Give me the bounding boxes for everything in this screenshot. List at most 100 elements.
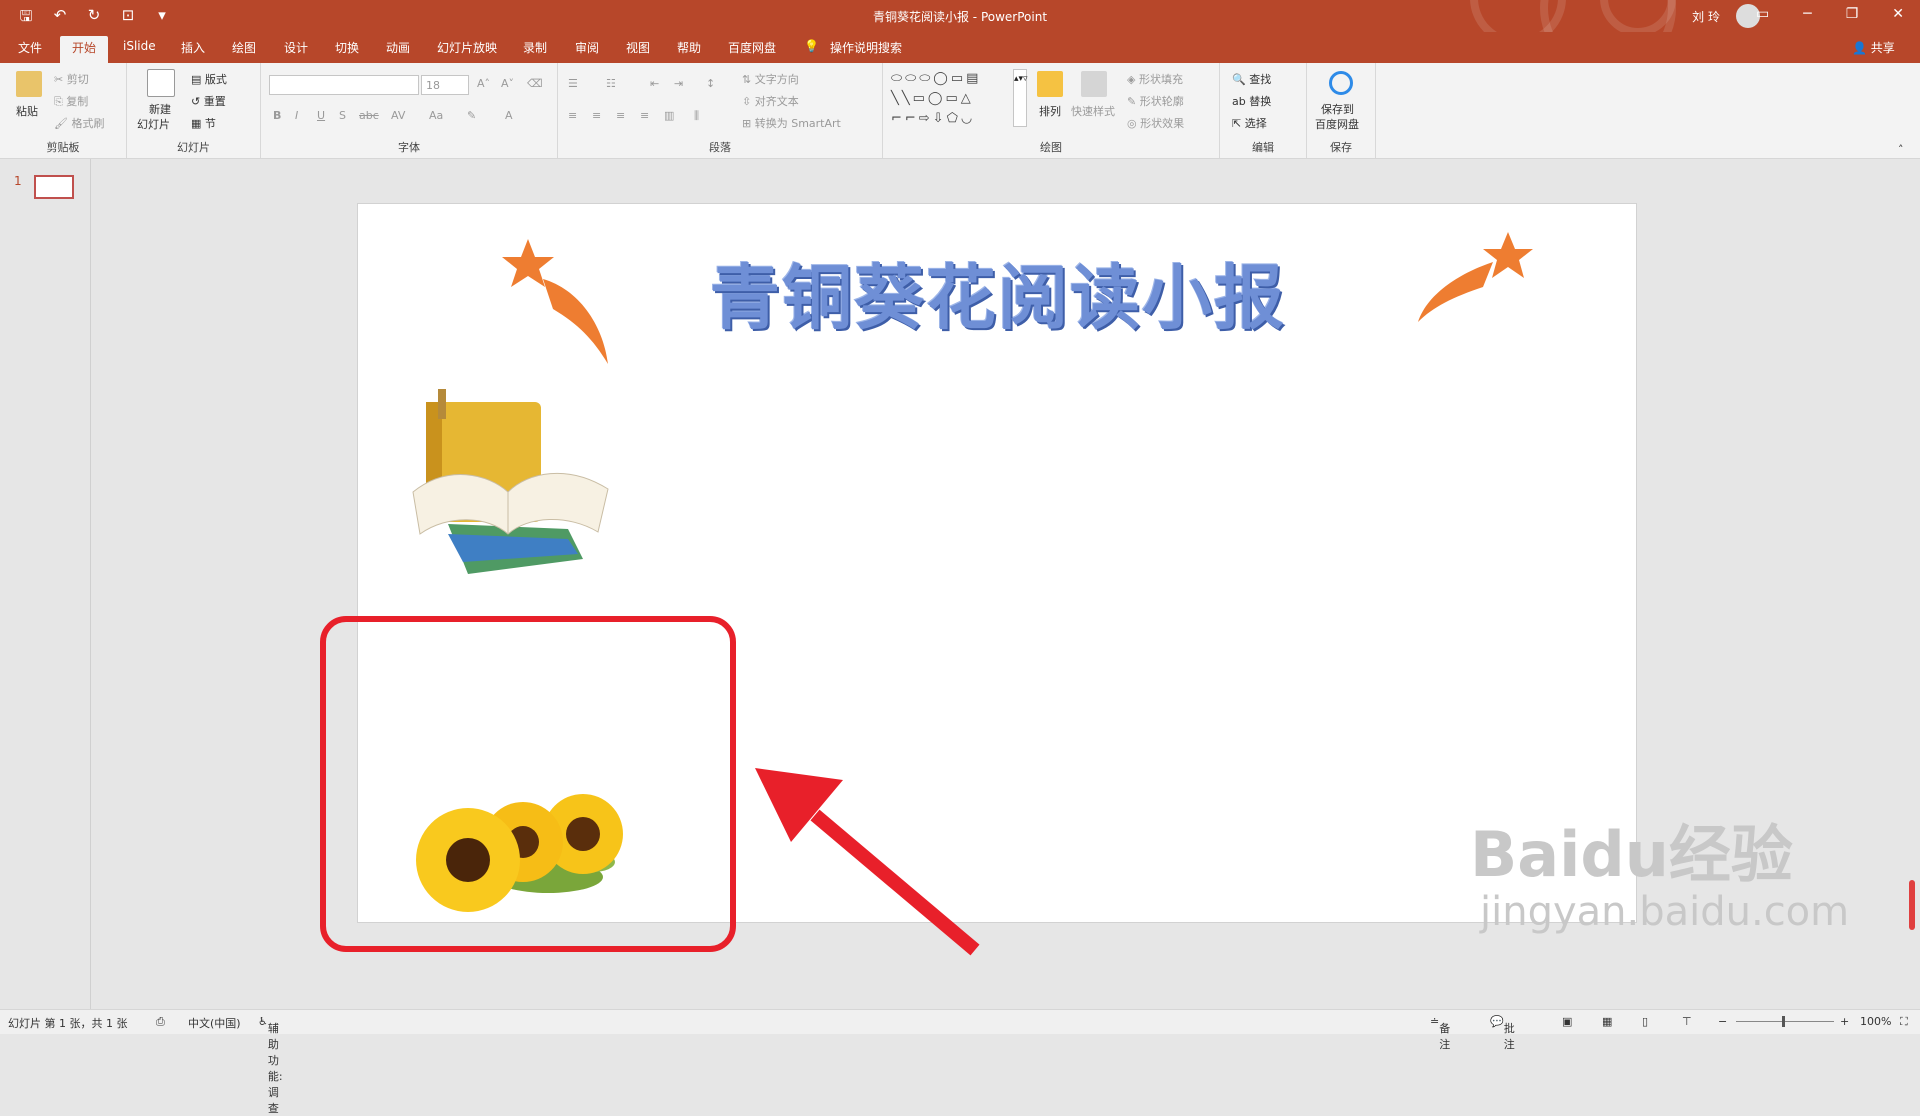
tab-islide[interactable]: iSlide [123, 39, 156, 53]
format-painter-button[interactable]: 🖌 格式刷 [54, 115, 104, 131]
line-spacing-icon[interactable]: ↕ [706, 77, 715, 90]
books-image[interactable] [408, 384, 618, 584]
arrange-icon[interactable] [1037, 71, 1063, 97]
shape-fill-button[interactable]: ◈ 形状填充 [1127, 71, 1183, 87]
new-slide-icon[interactable] [147, 69, 175, 97]
quick-styles-icon[interactable] [1081, 71, 1107, 97]
zoom-slider-thumb[interactable] [1782, 1016, 1785, 1027]
columns-icon[interactable]: ⫼ [694, 109, 699, 123]
select-button[interactable]: ⇱ 选择 [1232, 115, 1267, 131]
notes-button[interactable]: ≐ 备注 [1430, 1015, 1450, 1051]
copy-button[interactable]: ⎘ 复制 [54, 93, 88, 109]
slide-thumbnail[interactable] [34, 175, 74, 199]
tab-animations[interactable]: 动画 [386, 39, 410, 56]
underline-button[interactable]: U [317, 109, 325, 122]
shapes-gallery-scroll[interactable]: ▴▾▿ [1013, 69, 1028, 127]
font-color-icon[interactable]: A [505, 109, 513, 122]
align-left-icon[interactable]: ≡ [568, 109, 577, 122]
user-name[interactable]: 刘 玲 [1692, 8, 1720, 25]
slideshow-view-icon[interactable]: ⊤ [1682, 1015, 1692, 1028]
reading-view-icon[interactable]: ▯ [1642, 1015, 1648, 1028]
tab-home[interactable]: 开始 [60, 36, 109, 64]
tab-review[interactable]: 审阅 [575, 39, 599, 56]
tab-transitions[interactable]: 切换 [335, 39, 359, 56]
spell-check-icon[interactable]: ⎙ [156, 1015, 165, 1029]
group-label: 编辑 [1252, 141, 1274, 154]
zoom-level[interactable]: 100% [1860, 1015, 1891, 1028]
fit-slide-icon[interactable]: ⛶ [1900, 1015, 1908, 1029]
arrange-button[interactable]: 排列 [1039, 103, 1061, 119]
justify-icon[interactable]: ≡ [640, 109, 649, 122]
shooting-star-right-icon[interactable] [1408, 232, 1538, 332]
highlight-icon[interactable]: ✎ [467, 109, 476, 122]
convert-smartart-button[interactable]: ⊞ 转换为 SmartArt [742, 115, 841, 131]
decrease-indent-icon[interactable]: ⇤ [650, 77, 659, 90]
comments-button[interactable]: 💬 批注 [1490, 1015, 1515, 1051]
change-case-icon[interactable]: Aa [429, 109, 443, 122]
save-to-netdisk-button[interactable]: 保存到 [1321, 101, 1354, 117]
tab-file[interactable]: 文件 [18, 39, 42, 56]
cut-button[interactable]: ✂ 剪切 [54, 71, 89, 87]
strikethrough-button[interactable]: abc [359, 109, 379, 122]
align-right-icon[interactable]: ≡ [616, 109, 625, 122]
watermark-brand: Baidu经验 [1470, 818, 1793, 891]
group-label: 段落 [709, 141, 731, 154]
increase-indent-icon[interactable]: ⇥ [674, 77, 683, 90]
normal-view-icon[interactable]: ▣ [1562, 1015, 1572, 1028]
tab-design[interactable]: 设计 [284, 39, 308, 56]
shape-effects-button[interactable]: ◎ 形状效果 [1127, 115, 1184, 131]
tab-record[interactable]: 录制 [523, 39, 547, 56]
share-button[interactable]: 👤 共享 [1852, 39, 1895, 56]
minimize-icon[interactable]: ─ [1803, 6, 1811, 22]
accessibility-status[interactable]: ♿ 辅助功能: 调查 [258, 1015, 283, 1115]
find-button[interactable]: 🔍 查找 [1232, 71, 1271, 87]
collapse-ribbon-icon[interactable]: ˄ [1898, 143, 1904, 156]
tab-draw[interactable]: 绘图 [232, 39, 256, 56]
new-slide-button[interactable]: 新建 [149, 101, 171, 117]
font-name-combo[interactable] [269, 75, 419, 95]
distribute-icon[interactable]: ▥ [664, 109, 674, 122]
tab-baidu-netdisk[interactable]: 百度网盘 [728, 39, 776, 56]
italic-button[interactable]: I [295, 109, 298, 122]
shrink-font-icon[interactable]: A˅ [501, 77, 514, 90]
section-button[interactable]: ▦ 节 [191, 115, 216, 131]
text-direction-button[interactable]: ⇅ 文字方向 [742, 71, 799, 87]
language-indicator[interactable]: 中文(中国) [188, 1015, 241, 1031]
restore-icon[interactable]: ❐ [1846, 6, 1859, 22]
shape-outline-button[interactable]: ✎ 形状轮廓 [1127, 93, 1184, 109]
numbering-icon[interactable]: ☷ [606, 77, 616, 90]
ribbon-display-icon[interactable]: ▭ [1756, 6, 1769, 22]
paste-icon[interactable] [16, 71, 42, 97]
zoom-out-icon[interactable]: − [1718, 1015, 1727, 1028]
quick-styles-button[interactable]: 快速样式 [1071, 103, 1115, 119]
baidu-netdisk-icon[interactable] [1329, 71, 1353, 95]
section-label: 节 [204, 117, 216, 130]
save-to-netdisk-button-line2[interactable]: 百度网盘 [1315, 116, 1359, 132]
replace-button[interactable]: ab 替换 [1232, 93, 1271, 109]
shadow-button[interactable]: S [339, 109, 346, 122]
zoom-in-icon[interactable]: + [1840, 1015, 1849, 1028]
slide-sorter-icon[interactable]: ▦ [1602, 1015, 1612, 1028]
new-slide-button-line2[interactable]: 幻灯片 [137, 116, 170, 132]
vertical-scrollbar[interactable] [1909, 880, 1915, 930]
align-center-icon[interactable]: ≡ [592, 109, 601, 122]
close-icon[interactable]: ✕ [1892, 6, 1904, 22]
grow-font-icon[interactable]: A˄ [477, 77, 490, 90]
tab-view[interactable]: 视图 [626, 39, 650, 56]
tab-help[interactable]: 帮助 [677, 39, 701, 56]
group-save: 保存到 百度网盘 保存 [1307, 63, 1376, 158]
bold-button[interactable]: B [273, 109, 281, 122]
font-size-combo[interactable]: 18 [421, 75, 469, 95]
align-text-button[interactable]: ⇳ 对齐文本 [742, 93, 799, 109]
bullets-icon[interactable]: ☰ [568, 77, 578, 90]
reset-button[interactable]: ↺ 重置 [191, 93, 226, 109]
layout-button[interactable]: ▤ 版式 [191, 71, 227, 87]
paste-button[interactable]: 粘贴 [16, 103, 38, 119]
tell-me-search[interactable]: 操作说明搜索 [830, 39, 902, 56]
tab-insert[interactable]: 插入 [181, 39, 205, 56]
clear-format-icon[interactable]: ⌫ [527, 77, 543, 90]
char-spacing-icon[interactable]: AV [391, 109, 405, 122]
zoom-slider[interactable] [1736, 1021, 1834, 1022]
shapes-gallery[interactable]: ⬭⬭⬭◯▭▤ ╲╲▭◯▭△ ⌐⌐⇨⇩⬠◡ [891, 69, 1019, 129]
tab-slideshow[interactable]: 幻灯片放映 [437, 39, 497, 56]
